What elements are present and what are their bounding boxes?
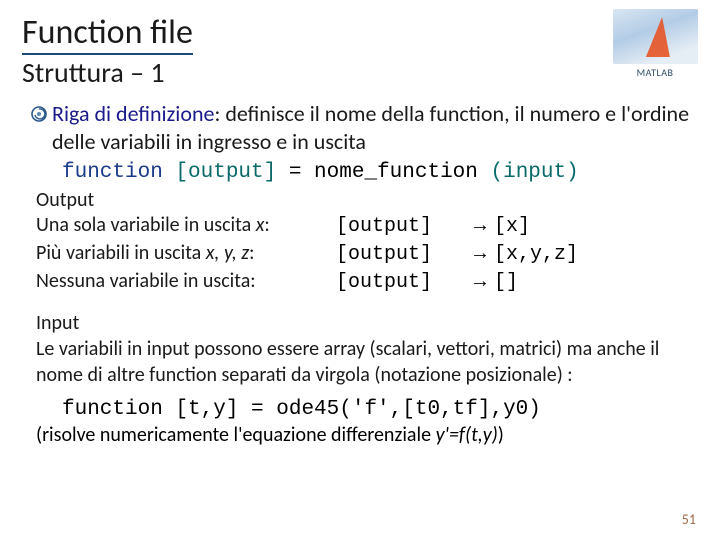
out-row-label: Più variabili in uscita x, y, z: [36, 240, 336, 267]
arrow-icon: → [466, 240, 494, 267]
footnote-c: ) [498, 423, 504, 447]
slide-number: 51 [682, 511, 696, 528]
out-row-dst: [] [494, 269, 698, 296]
syntax-output: [output] [175, 161, 276, 184]
output-heading: Output [22, 188, 698, 212]
out-row-dst: [x] [494, 213, 698, 240]
syntax-input: (input) [491, 161, 579, 184]
spiral-bullet-icon [30, 105, 48, 123]
page-subtitle: Struttura – 1 [22, 55, 698, 90]
out-row-src: [output] [336, 241, 466, 268]
out-row-src: [output] [336, 269, 466, 296]
input-section: Input Le variabili in input possono esse… [22, 310, 698, 388]
matlab-logo: MATLAB [600, 4, 710, 84]
matlab-logo-text: MATLAB [637, 66, 674, 79]
riga-label: Riga di definizione [52, 100, 214, 127]
example-line: function [t,y] = ode45('f',[t0,tf],y0) [22, 398, 698, 421]
syntax-keyword: function [62, 161, 175, 184]
definition-bullet: Riga di definizione: definisce il nome d… [22, 100, 698, 155]
arrow-icon: → [466, 268, 494, 295]
footnote-equation: y'=f(t,y) [436, 423, 498, 447]
output-table: Una sola variabile in uscita x: [output]… [22, 212, 698, 296]
page-title: Function file [22, 12, 193, 55]
footnote-a: (risolve numericamente l'equazione diffe… [36, 423, 436, 447]
matlab-logo-graphic [613, 9, 698, 64]
out-row-dst: [x,y,z] [494, 241, 698, 268]
arrow-icon: → [466, 212, 494, 239]
input-body: Le variabili in input possono essere arr… [36, 336, 698, 388]
out-row-src: [output] [336, 213, 466, 240]
input-heading: Input [36, 310, 698, 336]
bullet-text: Riga di definizione: definisce il nome d… [52, 100, 698, 155]
out-row-label: Nessuna variabile in uscita: [36, 268, 336, 295]
out-row-label: Una sola variabile in uscita x: [36, 212, 336, 239]
footnote: (risolve numericamente l'equazione diffe… [22, 423, 698, 448]
syntax-eq: = nome_function [276, 161, 490, 184]
syntax-line: function [output] = nome_function (input… [22, 161, 698, 184]
